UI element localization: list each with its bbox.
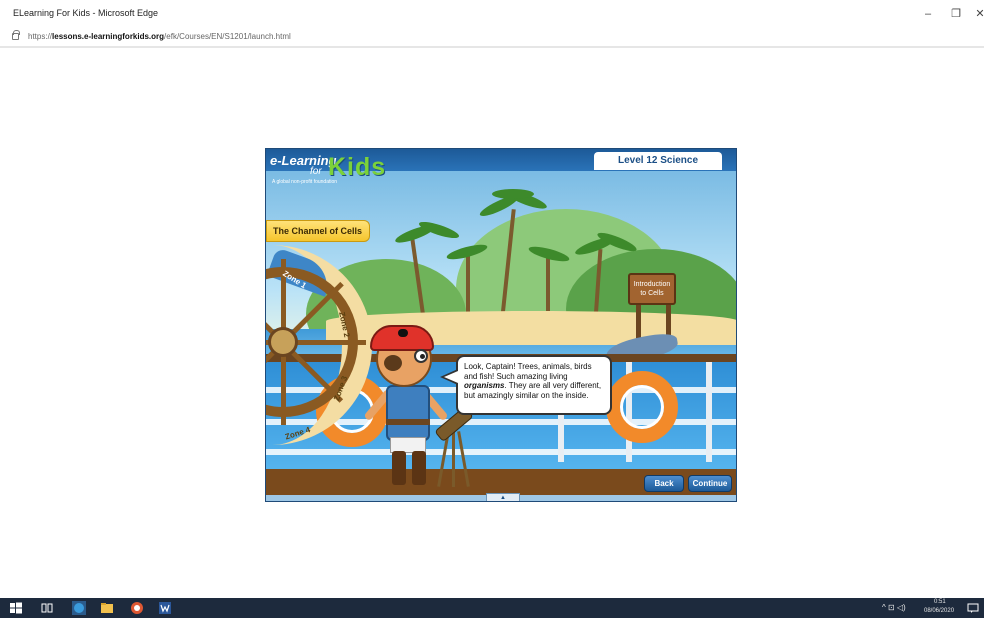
address-bar[interactable]: https://lessons.e-learningforkids.org/ef…	[0, 26, 984, 48]
elearning-for-kids-logo: e-Learning for Kids A global non-profit …	[270, 153, 387, 185]
windows-taskbar: ^ ⊡ ◁) 0:51 08/06/2020	[0, 598, 984, 618]
introduction-to-cells-sign[interactable]: Introduction to Cells	[628, 273, 676, 305]
life-ring	[606, 371, 678, 443]
minimize-button[interactable]: –	[918, 6, 938, 22]
palm-tree	[546, 257, 550, 315]
speech-bubble: Look, Captain! Trees, animals, birds and…	[456, 355, 612, 415]
pirate-character	[386, 385, 430, 441]
duckduckgo-icon[interactable]	[130, 601, 144, 615]
url-text[interactable]: https://lessons.e-learningforkids.org/ef…	[28, 32, 291, 41]
windows-start-icon[interactable]	[9, 601, 23, 615]
elearning-game-frame[interactable]: Introduction to Cells Zone 1 Zone 2 Zone …	[265, 148, 737, 502]
file-explorer-icon[interactable]	[100, 601, 114, 615]
task-view-icon[interactable]	[40, 601, 54, 615]
notifications-icon[interactable]	[966, 601, 980, 615]
system-tray-icons[interactable]: ^ ⊡ ◁)	[882, 603, 906, 612]
clock-time[interactable]: 0:51	[934, 599, 946, 605]
continue-button[interactable]: Continue	[688, 475, 732, 492]
level-tab: Level 12 Science	[594, 152, 722, 170]
palm-tree	[466, 254, 470, 314]
close-button[interactable]: ✕	[970, 6, 984, 22]
back-button[interactable]: Back	[644, 475, 684, 492]
skull-icon	[398, 329, 408, 337]
edge-browser-icon[interactable]	[72, 601, 86, 615]
clock-date[interactable]: 08/06/2020	[924, 608, 954, 614]
expand-tab-button[interactable]: ▲	[486, 493, 520, 501]
topic-label: The Channel of Cells	[266, 220, 370, 242]
window-title-bar: ELearning For Kids - Microsoft Edge – ❐ …	[0, 0, 984, 26]
lock-icon	[12, 30, 20, 40]
restore-button[interactable]: ❐	[946, 6, 966, 22]
window-title: ELearning For Kids - Microsoft Edge	[13, 8, 159, 18]
word-icon[interactable]	[158, 601, 172, 615]
